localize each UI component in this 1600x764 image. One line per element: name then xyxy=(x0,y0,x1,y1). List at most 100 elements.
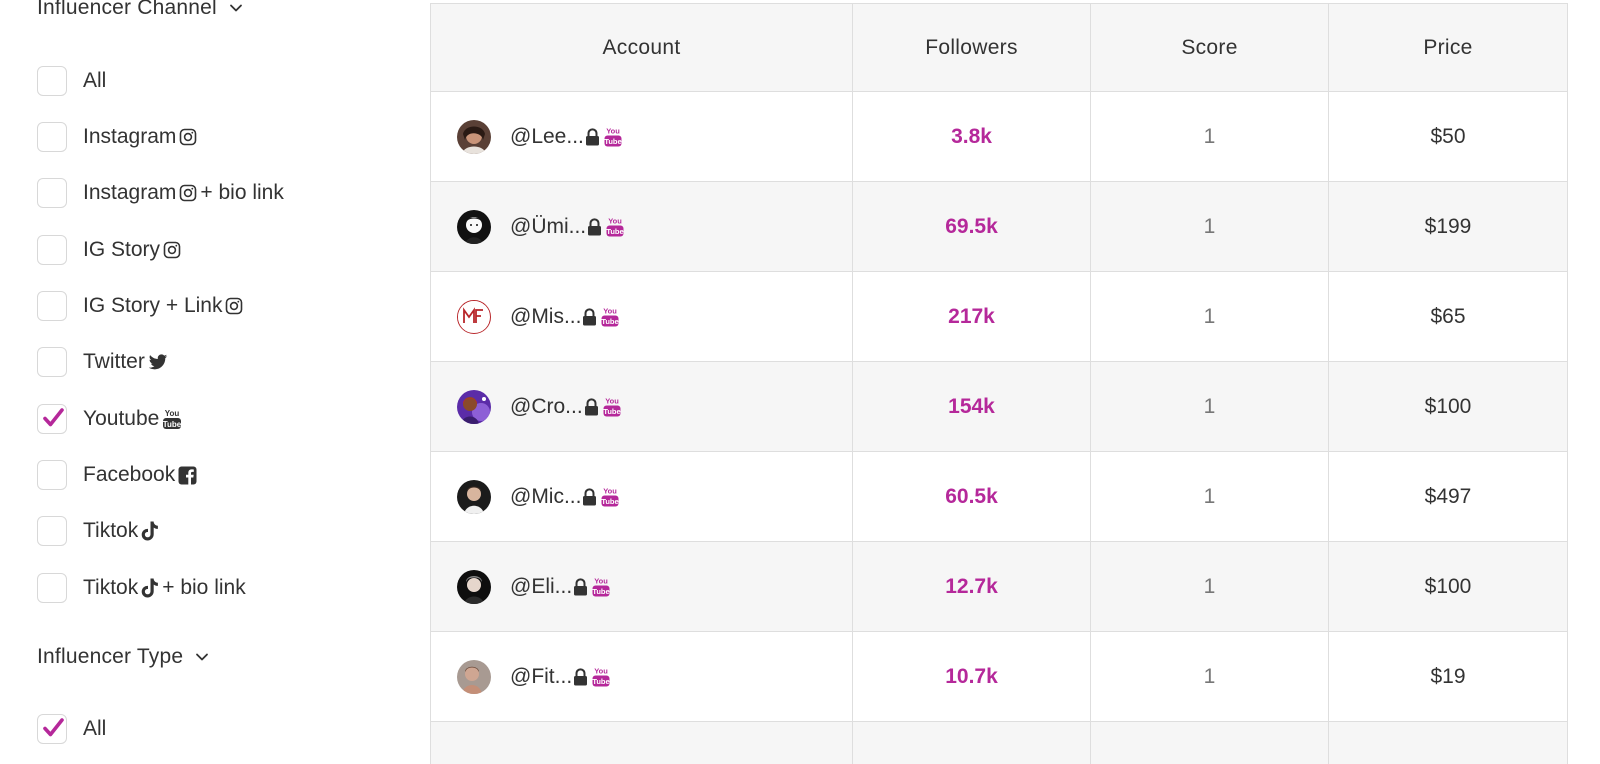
avatar[interactable] xyxy=(457,479,491,514)
option-label: IG Story + Link xyxy=(83,294,223,317)
followers-count: 154k xyxy=(853,362,1091,451)
checkbox-instagram-bio-link[interactable] xyxy=(37,178,67,208)
option-label: IG Story xyxy=(83,238,161,261)
table-row[interactable]: @Fit... You Tube 10.7k 1 $19 xyxy=(431,632,1568,722)
tiktok-icon xyxy=(141,578,159,598)
avatar[interactable] xyxy=(457,119,491,154)
influencer-channel-title: Influencer Channel xyxy=(37,0,217,19)
svg-text:You: You xyxy=(606,126,620,135)
youtube-icon: You Tube xyxy=(592,576,610,598)
twitter-icon xyxy=(148,353,168,371)
column-header-score[interactable]: Score xyxy=(1091,4,1329,91)
svg-text:Tube: Tube xyxy=(603,407,620,416)
price-value: $100 xyxy=(1329,362,1568,451)
checkbox-all[interactable] xyxy=(37,66,67,96)
tiktok-icon xyxy=(141,521,159,541)
table-row[interactable]: @Mic... You Tube 60.5k 1 $497 xyxy=(431,452,1568,542)
column-header-followers[interactable]: Followers xyxy=(853,4,1091,91)
table-row[interactable] xyxy=(431,722,1568,764)
account-handle[interactable]: @Mic... xyxy=(510,485,581,509)
avatar[interactable] xyxy=(457,569,491,604)
svg-text:You: You xyxy=(594,666,608,675)
avatar[interactable] xyxy=(457,659,491,694)
option-suffix: + bio link xyxy=(200,181,284,204)
column-header-price[interactable]: Price xyxy=(1329,4,1568,91)
score-value: 1 xyxy=(1091,452,1329,541)
option-label: Instagram xyxy=(83,181,177,204)
lock-icon xyxy=(573,667,588,686)
instagram-icon xyxy=(225,297,243,315)
checkbox-ig-story[interactable] xyxy=(37,235,67,265)
influencer-type-toggle[interactable]: Influencer Type xyxy=(37,645,209,669)
account-handle[interactable]: @Eli... xyxy=(510,575,572,599)
svg-text:You: You xyxy=(604,486,618,495)
youtube-icon: You Tube xyxy=(603,396,621,418)
option-suffix: + bio link xyxy=(162,576,246,599)
channel-option-ig-story-link[interactable]: IG Story + Link xyxy=(37,289,243,323)
channel-option-twitter[interactable]: Twitter xyxy=(37,345,168,379)
option-label: Youtube xyxy=(83,407,160,430)
youtube-icon: You Tube xyxy=(601,486,619,508)
checkbox-facebook[interactable] xyxy=(37,460,67,490)
table-row[interactable]: @Mis... You Tube 217k 1 $65 xyxy=(431,272,1568,362)
svg-text:Tube: Tube xyxy=(592,587,609,596)
avatar[interactable] xyxy=(457,209,491,244)
channel-option-instagram-bio-link[interactable]: Instagram + bio link xyxy=(37,176,284,210)
channel-option-facebook[interactable]: Facebook xyxy=(37,458,197,492)
followers-count: 60.5k xyxy=(853,452,1091,541)
chevron-down-icon xyxy=(196,653,209,661)
channel-option-tiktok[interactable]: Tiktok xyxy=(37,514,159,548)
svg-text:Tube: Tube xyxy=(592,677,609,686)
account-handle[interactable]: @Ümi... xyxy=(510,215,586,239)
option-label: Twitter xyxy=(83,350,145,373)
table-row[interactable]: @Cro... You Tube 154k 1 $100 xyxy=(431,362,1568,452)
svg-text:You: You xyxy=(608,216,622,225)
option-label: Facebook xyxy=(83,463,176,486)
checkbox-instagram[interactable] xyxy=(37,122,67,152)
price-value: $65 xyxy=(1329,272,1568,361)
account-handle[interactable]: @Mis... xyxy=(510,305,581,329)
checkbox-tiktok-bio-link[interactable] xyxy=(37,573,67,603)
account-handle[interactable]: @Fit... xyxy=(510,665,572,689)
channel-option-instagram[interactable]: Instagram xyxy=(37,120,197,154)
channel-option-tiktok-bio-link[interactable]: Tiktok + bio link xyxy=(37,571,246,605)
followers-count: 12.7k xyxy=(853,542,1091,631)
checkbox-twitter[interactable] xyxy=(37,347,67,377)
checkbox-type-all[interactable] xyxy=(37,714,67,744)
avatar[interactable] xyxy=(457,389,491,424)
channel-option-ig-story[interactable]: IG Story xyxy=(37,233,181,267)
price-value: $50 xyxy=(1329,92,1568,181)
option-label: Tiktok xyxy=(83,576,139,599)
svg-text:You: You xyxy=(594,576,608,585)
score-value: 1 xyxy=(1091,362,1329,451)
option-label: All xyxy=(83,717,107,740)
lock-icon xyxy=(582,487,597,506)
avatar[interactable] xyxy=(457,299,491,334)
checkbox-youtube[interactable] xyxy=(37,404,67,434)
filter-sidebar: Influencer Channel All Instagram Instagr… xyxy=(0,0,420,744)
option-label: Tiktok xyxy=(83,519,139,542)
column-header-account[interactable]: Account xyxy=(431,4,853,91)
svg-text:You: You xyxy=(604,306,618,315)
facebook-icon xyxy=(178,466,197,485)
influencer-table: Account Followers Score Price @Lee... Yo… xyxy=(430,3,1568,764)
table-row[interactable]: @Lee... You Tube 3.8k 1 $50 xyxy=(431,92,1568,182)
score-value: 1 xyxy=(1091,542,1329,631)
price-value: $19 xyxy=(1329,632,1568,721)
channel-option-youtube[interactable]: Youtube You Tube xyxy=(37,402,182,436)
influencer-type-title: Influencer Type xyxy=(37,645,184,668)
channel-option-all[interactable]: All xyxy=(37,64,106,98)
type-option-all[interactable]: All xyxy=(37,712,106,744)
checkbox-tiktok[interactable] xyxy=(37,516,67,546)
score-value: 1 xyxy=(1091,92,1329,181)
checkbox-ig-story-link[interactable] xyxy=(37,291,67,321)
table-row[interactable]: @Eli... You Tube 12.7k 1 $100 xyxy=(431,542,1568,632)
score-value: 1 xyxy=(1091,632,1329,721)
followers-count: 3.8k xyxy=(853,92,1091,181)
account-handle[interactable]: @Cro... xyxy=(510,395,583,419)
table-row[interactable]: @Ümi... You Tube 69.5k 1 $199 xyxy=(431,182,1568,272)
influencer-channel-toggle[interactable]: Influencer Channel xyxy=(37,0,243,20)
account-handle[interactable]: @Lee... xyxy=(510,125,584,149)
svg-text:Tube: Tube xyxy=(602,317,619,326)
instagram-icon xyxy=(163,241,181,259)
